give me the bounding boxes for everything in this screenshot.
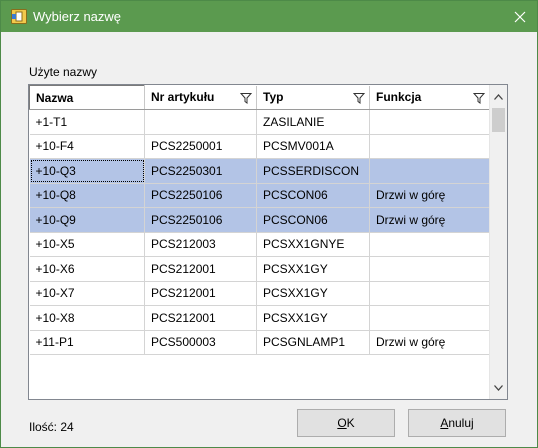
cell-typ[interactable]: ZASILANIE [256, 109, 370, 135]
cell-typ[interactable]: PCSCON06 [256, 207, 370, 233]
cell-funkcja[interactable]: Drzwi w górę [369, 207, 490, 233]
table-body: +1-T1 ZASILANIE +10-F4 PCS2250001 PCSMV001A +… [29, 109, 490, 355]
cell-nazwa[interactable]: +10-Q9 [29, 207, 145, 233]
cell-nr-artykulu[interactable]: PCS2250001 [144, 134, 257, 159]
item-count: Ilość: 24 [29, 420, 74, 434]
cancel-button[interactable]: Anuluj [408, 409, 506, 437]
table-row[interactable]: +10-Q9 PCS2250106 PCSCON06 Drzwi w górę [29, 207, 490, 233]
vertical-scrollbar[interactable] [489, 85, 507, 399]
cell-nazwa[interactable]: +10-Q8 [29, 183, 145, 208]
group-label: Użyte nazwy [29, 65, 98, 79]
column-header-typ[interactable]: Typ [256, 85, 370, 110]
ok-button[interactable]: OK [297, 409, 395, 437]
cell-nr-artykulu[interactable]: PCS2250301 [144, 158, 257, 184]
table-row[interactable]: +10-X8 PCS212001 PCSXX1GY [29, 305, 490, 331]
cancel-mnemonic: A [440, 416, 449, 430]
cell-typ[interactable]: PCSXX1GNYE [256, 232, 370, 257]
cell-funkcja[interactable] [369, 305, 490, 331]
window-title: Wybierz nazwę [33, 9, 122, 24]
scroll-up-button[interactable] [490, 88, 507, 105]
table-row[interactable]: +10-X7 PCS212001 PCSXX1GY [29, 281, 490, 306]
table-row[interactable]: +10-Q8 PCS2250106 PCSCON06 Drzwi w górę [29, 183, 490, 208]
scroll-down-button[interactable] [490, 379, 507, 396]
cell-typ[interactable]: PCSCON06 [256, 183, 370, 208]
cell-typ[interactable]: PCSXX1GY [256, 305, 370, 331]
names-table: Nazwa Nr artykułu Typ Funkcja +1-T1 ZASIL… [29, 85, 490, 355]
cell-nazwa[interactable]: +10-F4 [29, 134, 145, 159]
cell-funkcja[interactable] [369, 158, 490, 184]
cell-nr-artykulu[interactable]: PCS2250106 [144, 207, 257, 233]
cell-funkcja[interactable] [369, 232, 490, 257]
cell-typ[interactable]: PCSSERDISCON [256, 158, 370, 184]
cell-nr-artykulu[interactable]: PCS212001 [144, 281, 257, 306]
scroll-thumb[interactable] [492, 108, 505, 132]
table-row[interactable]: +1-T1 ZASILANIE [29, 109, 490, 135]
cell-nazwa[interactable]: +10-X5 [29, 232, 145, 257]
cell-nr-artykulu[interactable]: PCS500003 [144, 330, 257, 355]
column-header-nr-artykulu[interactable]: Nr artykułu [144, 85, 257, 110]
app-icon [11, 9, 27, 24]
cell-nazwa[interactable]: +10-X8 [29, 305, 145, 331]
cancel-label-rest: nuluj [448, 416, 474, 430]
cell-funkcja[interactable] [369, 281, 490, 306]
table-row[interactable]: +10-Q3 PCS2250301 PCSSERDISCON [29, 158, 490, 184]
table-row[interactable]: +10-X6 PCS212001 PCSXX1GY [29, 256, 490, 282]
cell-funkcja[interactable]: Drzwi w górę [369, 183, 490, 208]
cell-nazwa[interactable]: +11-P1 [29, 330, 145, 355]
cell-typ[interactable]: PCSMV001A [256, 134, 370, 159]
cell-typ[interactable]: PCSXX1GY [256, 256, 370, 282]
cell-nazwa[interactable]: +1-T1 [29, 109, 145, 135]
dialog-window: Wybierz nazwę Użyte nazwy Nazwa Nr artyk… [0, 0, 538, 448]
table-row[interactable]: +10-F4 PCS2250001 PCSMV001A [29, 134, 490, 159]
close-icon [514, 11, 526, 22]
cell-nr-artykulu[interactable] [144, 109, 257, 135]
close-button[interactable] [503, 1, 537, 32]
filter-icon[interactable] [473, 92, 485, 104]
cell-funkcja[interactable] [369, 109, 490, 135]
title-bar[interactable]: Wybierz nazwę [1, 1, 537, 32]
cell-nazwa[interactable]: +10-X7 [29, 281, 145, 306]
cell-typ[interactable]: PCSXX1GY [256, 281, 370, 306]
cell-nr-artykulu[interactable]: PCS212001 [144, 305, 257, 331]
cell-funkcja[interactable]: Drzwi w górę [369, 330, 490, 355]
table-header-row: Nazwa Nr artykułu Typ Funkcja [29, 85, 490, 110]
scroll-up-icon [494, 93, 503, 100]
ok-mnemonic: O [337, 416, 347, 430]
names-grid[interactable]: Nazwa Nr artykułu Typ Funkcja +1-T1 ZASIL… [28, 84, 508, 400]
cell-nr-artykulu[interactable]: PCS212003 [144, 232, 257, 257]
cell-typ[interactable]: PCSGNLAMP1 [256, 330, 370, 355]
column-header-funkcja[interactable]: Funkcja [369, 85, 490, 110]
table-row[interactable]: +10-X5 PCS212003 PCSXX1GNYE [29, 232, 490, 257]
filter-icon[interactable] [353, 92, 365, 104]
scroll-down-icon [494, 384, 503, 391]
table-row[interactable]: +11-P1 PCS500003 PCSGNLAMP1 Drzwi w górę [29, 330, 490, 355]
cell-funkcja[interactable] [369, 256, 490, 282]
cell-nr-artykulu[interactable]: PCS212001 [144, 256, 257, 282]
ok-label-rest: K [346, 416, 355, 430]
cell-nazwa[interactable]: +10-X6 [29, 256, 145, 282]
cell-nazwa[interactable]: +10-Q3 [29, 158, 145, 184]
column-header-nazwa[interactable]: Nazwa [29, 85, 145, 110]
cell-funkcja[interactable] [369, 134, 490, 159]
cell-nr-artykulu[interactable]: PCS2250106 [144, 183, 257, 208]
filter-icon[interactable] [240, 92, 252, 104]
